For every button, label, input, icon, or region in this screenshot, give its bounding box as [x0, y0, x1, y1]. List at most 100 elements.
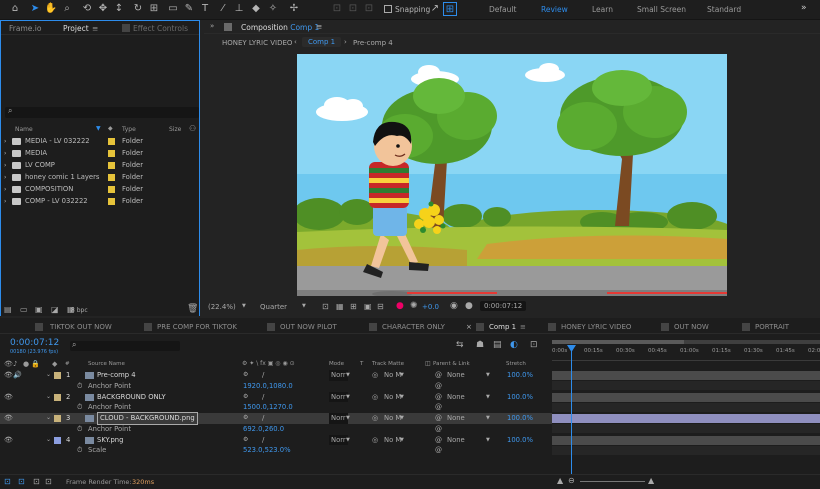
snapshot-icon[interactable]: ◉ [450, 301, 458, 311]
visibility-eye-icon[interactable]: 👁 [4, 392, 13, 403]
parent-dropdown[interactable]: None [447, 392, 465, 403]
frame-blending-icon[interactable]: ▤ [493, 340, 502, 350]
project-item[interactable]: › LV COMP Folder [1, 160, 199, 171]
world-axis-icon[interactable]: ⊡ [346, 2, 360, 16]
layer-name[interactable]: SKY.png [97, 435, 123, 446]
layer-name[interactable]: Pre-comp 4 [97, 370, 136, 381]
property-row[interactable]: ⏱ Anchor Point 1500.0,1270.0 @ [0, 402, 552, 413]
rotation-tool-icon[interactable]: ↻ [131, 2, 145, 16]
local-axis-icon[interactable]: ⊡ [330, 2, 344, 16]
project-item[interactable]: › honey comic 1 Layers Folder [1, 172, 199, 183]
track-matte-dropdown[interactable]: No M [384, 435, 401, 446]
selection-tool-icon[interactable]: ➤ [28, 2, 42, 16]
property-track[interactable] [552, 381, 820, 390]
motion-blur-icon[interactable]: ◐ [510, 340, 518, 350]
stretch-value[interactable]: 100.0% [507, 370, 533, 381]
puppet-pin-tool-icon[interactable]: ✢ [287, 2, 301, 16]
quality-switch-icon[interactable]: / [262, 392, 264, 403]
graph-editor-icon[interactable]: ⊡ [530, 340, 538, 350]
snap-edges-icon[interactable]: ↗ [428, 2, 442, 16]
tab-out-now[interactable]: OUT NOW [674, 323, 709, 331]
property-value[interactable]: 523.0,523.0% [243, 445, 291, 456]
comp-flowchart-icon[interactable]: ⇆ [456, 340, 464, 350]
close-tab-icon[interactable]: × [466, 323, 472, 331]
type-tool-icon[interactable]: T [198, 2, 212, 16]
new-folder-icon[interactable]: ▭ [20, 305, 28, 314]
hand-tool-icon[interactable]: ✋ [44, 2, 58, 16]
property-track[interactable] [552, 445, 820, 455]
visibility-eye-icon[interactable]: 👁 [4, 370, 13, 381]
workspace-standard[interactable]: Standard [707, 5, 741, 14]
track-matte-dropdown[interactable]: No M [384, 413, 401, 424]
layer-row[interactable]: 👁 🔊 ⌄ 1 Pre-comp 4 ⚙ / Norr ▼ ◎ No M ▼ @ None ▼ 100.0% [0, 370, 552, 381]
home-icon[interactable]: ⌂ [8, 2, 22, 16]
expand-arrow-icon[interactable]: ⌄ [46, 370, 51, 381]
column-mode[interactable]: Mode [329, 361, 344, 367]
new-composition-icon[interactable]: ▣ [35, 305, 43, 314]
layer-duration-bar[interactable] [552, 392, 820, 402]
eraser-tool-icon[interactable]: ◆ [249, 2, 263, 16]
tab-character-only[interactable]: CHARACTER ONLY [382, 323, 445, 331]
stopwatch-icon[interactable]: ⏱ [77, 381, 82, 392]
track-matte-icon[interactable]: ◎ [372, 370, 378, 381]
property-track[interactable] [552, 402, 820, 412]
tab-effect-controls[interactable]: Effect Controls [133, 24, 188, 33]
stopwatch-icon[interactable]: ⏱ [77, 445, 82, 456]
blend-mode-dropdown[interactable]: Norr [329, 370, 348, 381]
dolly-camera-icon[interactable]: ↕ [112, 2, 126, 16]
tab-comp-1[interactable]: Comp 1 [489, 323, 516, 331]
stopwatch-icon[interactable]: ⏱ [77, 424, 82, 435]
breadcrumb-pre-comp-4[interactable]: Pre-comp 4 [353, 39, 393, 47]
render-time-icon[interactable]: ⊡ [45, 477, 52, 486]
work-area-bar[interactable] [552, 340, 820, 344]
expand-arrow-icon[interactable]: › [4, 172, 6, 183]
tab-pre-comp-for-tiktok[interactable]: PRE COMP FOR TIKTOK [157, 323, 237, 331]
layer-name[interactable]: BACKGROUND ONLY [97, 392, 166, 403]
layer-switches-icon[interactable]: ⊡ [4, 477, 11, 486]
track-matte-icon[interactable]: ◎ [372, 392, 378, 403]
project-settings-icon[interactable]: ◪ [51, 305, 59, 314]
expression-pick-whip-icon[interactable]: @ [435, 445, 442, 456]
pick-whip-icon[interactable]: @ [435, 370, 442, 381]
parent-dropdown[interactable]: None [447, 413, 465, 424]
pen-tool-icon[interactable]: ✎ [182, 2, 196, 16]
layer-row[interactable]: 👁 ⌄ 3 CLOUD - BACKGROUND.png ⚙ / Norr ▼ ◎ No M ▼ @ N… [0, 412, 552, 425]
collapse-switch-icon[interactable]: ⚙ [243, 413, 248, 424]
show-snapshot-icon[interactable]: ● [465, 301, 473, 311]
viewer-menu-icon[interactable]: ≡ [316, 22, 322, 31]
brush-tool-icon[interactable]: ⁄ [216, 2, 230, 16]
tab-portrait[interactable]: PORTRAIT [755, 323, 789, 331]
expand-arrow-icon[interactable]: › [4, 184, 6, 195]
expression-pick-whip-icon[interactable]: @ [435, 381, 442, 392]
interpret-footage-icon[interactable]: ▤ [4, 305, 12, 314]
label-color-swatch[interactable] [54, 372, 61, 379]
stretch-value[interactable]: 100.0% [507, 435, 533, 446]
label-color-swatch[interactable] [108, 150, 115, 157]
exposure-icon[interactable]: ✺ [410, 301, 418, 311]
column-parent[interactable]: Parent & Link [433, 361, 470, 367]
grid-overlay-icon[interactable]: ⊟ [377, 302, 384, 311]
in-out-icon[interactable]: ⊡ [33, 477, 40, 486]
track-matte-dropdown[interactable]: No M [384, 392, 401, 403]
quality-switch-icon[interactable]: / [262, 435, 264, 446]
bpc-label[interactable]: 8 bpc [71, 307, 88, 314]
project-item[interactable]: › COMPOSITION Folder [1, 184, 199, 195]
workspace-review[interactable]: Review [541, 5, 568, 14]
quality-switch-icon[interactable]: / [262, 370, 264, 381]
track-matte-icon[interactable]: ◎ [372, 435, 378, 446]
label-color-swatch[interactable] [108, 174, 115, 181]
tab-project[interactable]: Project [63, 24, 89, 33]
panel-menu-icon[interactable]: ≡ [92, 24, 98, 33]
shy-layers-icon[interactable]: ☗ [476, 340, 484, 350]
panel-expand-icon[interactable]: » [210, 22, 214, 30]
column-stretch[interactable]: Stretch [506, 361, 526, 367]
fast-previews-icon[interactable]: ⊡ [322, 302, 329, 311]
stopwatch-icon[interactable]: ⏱ [77, 402, 82, 413]
lock-icon[interactable] [224, 23, 232, 31]
roto-brush-tool-icon[interactable]: ✧ [266, 2, 280, 16]
clone-stamp-tool-icon[interactable]: ⊥ [232, 2, 246, 16]
expand-arrow-icon[interactable]: ⌄ [46, 435, 51, 446]
layer-duration-bar[interactable] [552, 435, 820, 445]
quality-switch-icon[interactable]: / [262, 413, 264, 424]
stretch-value[interactable]: 100.0% [507, 413, 533, 424]
